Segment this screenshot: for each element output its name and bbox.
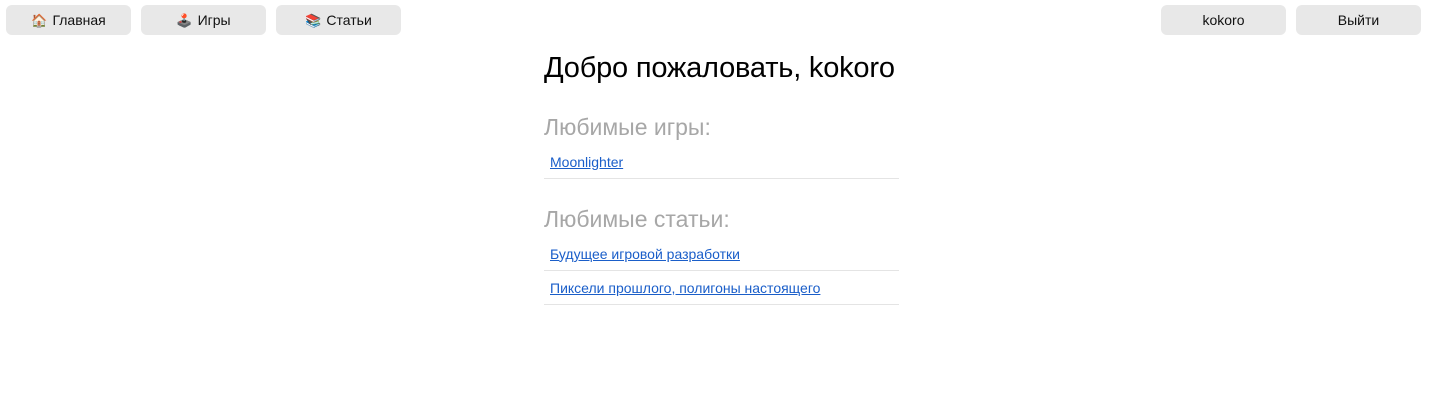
home-button[interactable]: 🏠 Главная [6,5,131,35]
favorite-articles-list: Будущее игровой разработки Пиксели прошл… [544,237,899,305]
favorite-article-link[interactable]: Пиксели прошлого, полигоны настоящего [550,280,820,296]
username-label: kokoro [1202,12,1245,28]
articles-button-label: Статьи [326,12,372,28]
list-item: Пиксели прошлого, полигоны настоящего [544,271,899,305]
list-item: Moonlighter [544,145,899,179]
logout-button[interactable]: Выйти [1296,5,1421,35]
joystick-icon: 🕹️ [176,12,193,28]
books-icon: 📚 [305,12,322,28]
user-profile-button[interactable]: kokoro [1161,5,1286,35]
favorite-games-list: Moonlighter [544,145,899,179]
home-button-label: Главная [52,12,106,28]
nav-right-group: kokoro Выйти [1161,5,1421,35]
top-navigation: 🏠 Главная 🕹️ Игры 📚 Статьи kokoro Выйти [6,5,1421,35]
favorite-game-link[interactable]: Moonlighter [550,154,623,170]
games-button[interactable]: 🕹️ Игры [141,5,266,35]
profile-content: Добро пожаловать, kokoro Любимые игры: M… [544,50,899,305]
list-item: Будущее игровой разработки [544,237,899,271]
games-button-label: Игры [197,12,231,28]
favorite-articles-heading: Любимые статьи: [544,206,730,232]
favorite-games-heading: Любимые игры: [544,114,711,140]
house-icon: 🏠 [31,12,48,28]
page-title: Добро пожаловать, kokoro [544,52,895,84]
favorite-article-link[interactable]: Будущее игровой разработки [550,246,740,262]
articles-button[interactable]: 📚 Статьи [276,5,401,35]
logout-button-label: Выйти [1337,12,1380,28]
nav-left-group: 🏠 Главная 🕹️ Игры 📚 Статьи [6,5,401,35]
